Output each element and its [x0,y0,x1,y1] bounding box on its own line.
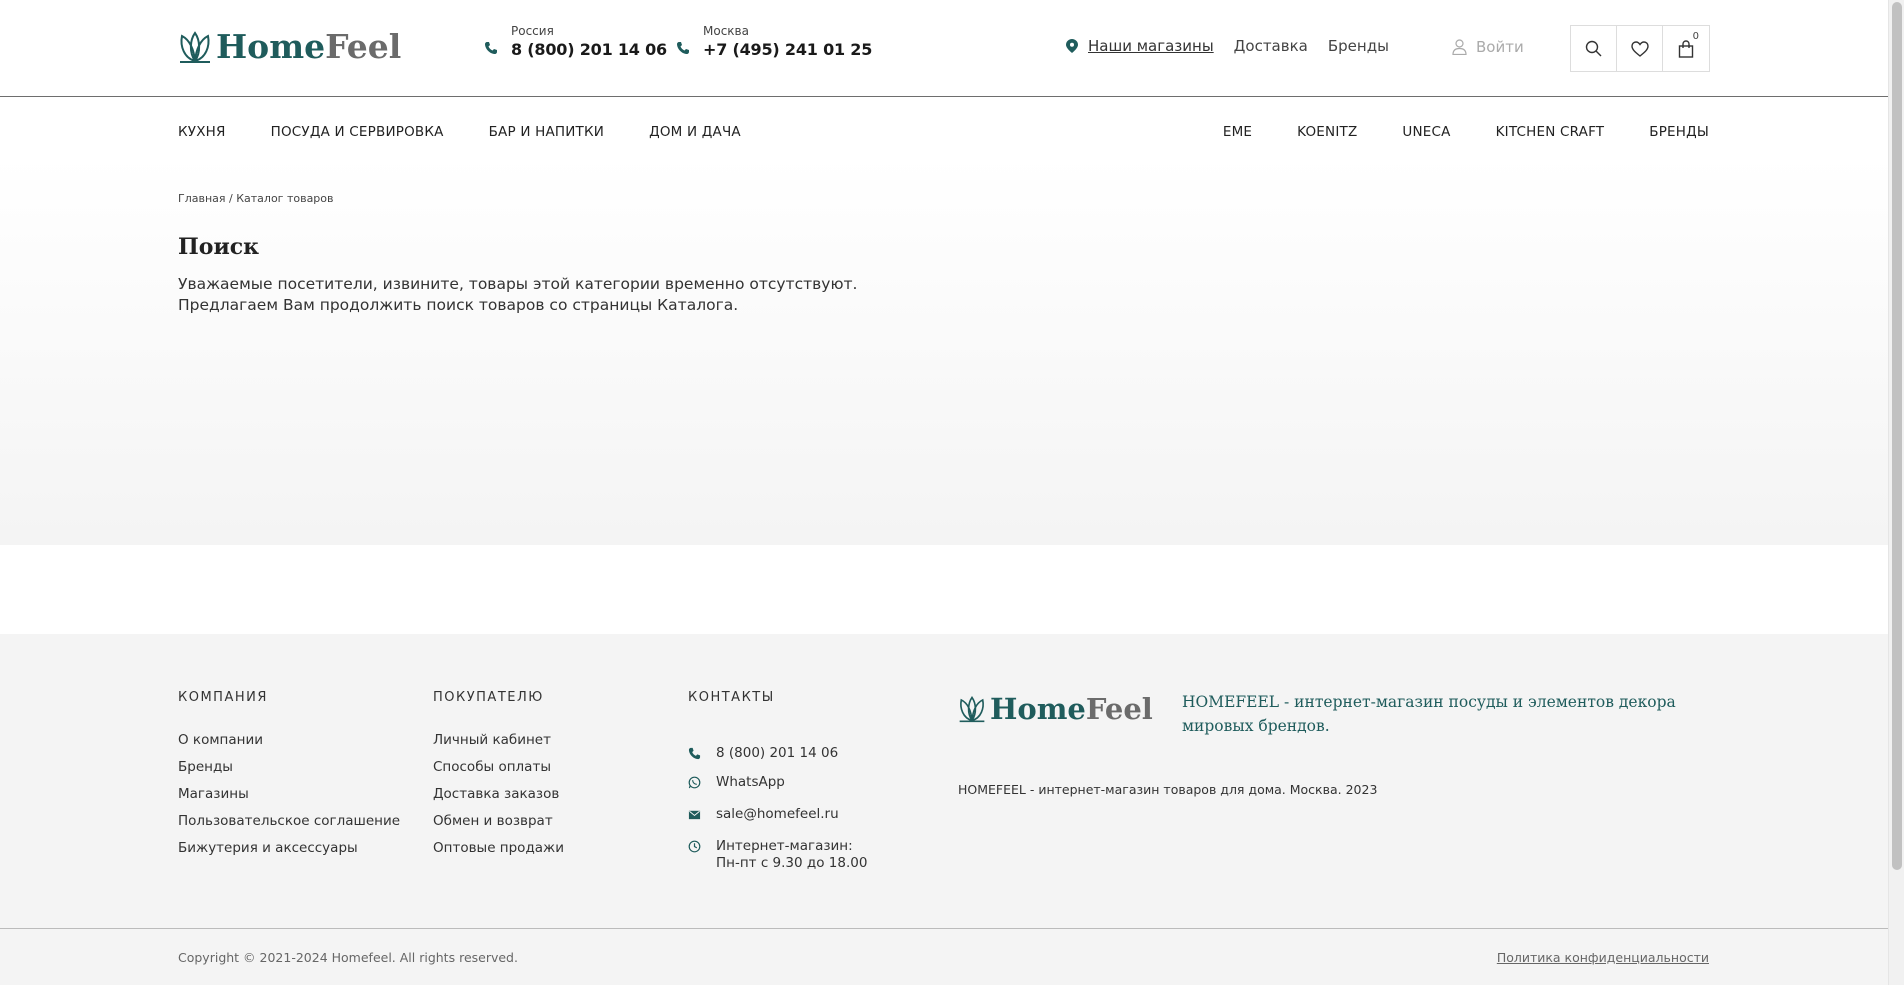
page: HomeFeel Россия 8 (800) 201 14 06 Москва… [0,0,1888,985]
shopping-bag-icon [1678,39,1694,58]
footer-link-terms[interactable]: Пользовательское соглашение [178,808,400,835]
phone-icon [485,42,497,54]
mail-icon [688,810,701,820]
whatsapp-icon [688,776,701,789]
category-nav: КУХНЯ ПОСУДА И СЕРВИРОВКА БАР И НАПИТКИ … [178,124,786,140]
login-label: Войти [1476,38,1524,56]
phone-number: +7 (495) 241 01 25 [703,40,873,59]
nav-item-eme[interactable]: EME [1223,124,1252,140]
phone-number: 8 (800) 201 14 06 [511,40,667,59]
login-link[interactable]: Войти [1452,38,1524,56]
nav-item-uneca[interactable]: UNECA [1402,124,1450,140]
cart-count: 0 [1692,31,1699,42]
nav-item-kitchen[interactable]: КУХНЯ [178,124,226,140]
clock-icon [688,840,701,853]
breadcrumb[interactable]: Главная / Каталог товаров [178,192,334,205]
phone-moscow[interactable]: Москва +7 (495) 241 01 25 [676,24,872,59]
copyright: Copyright © 2021-2024 Homefeel. All righ… [178,950,518,965]
logo[interactable]: HomeFeel [178,27,401,66]
search-button[interactable] [1571,26,1617,71]
footer-company: КОМПАНИЯ О компании Бренды Магазины Поль… [178,690,400,862]
message-line: Предлагаем Вам продолжить поиск товаров … [178,296,739,314]
nav-item-home-garden[interactable]: ДОМ И ДАЧА [649,124,741,140]
footer-link-returns[interactable]: Обмен и возврат [433,808,564,835]
wishlist-button[interactable] [1617,26,1663,71]
map-pin-icon [1066,39,1078,53]
logo-wordmark: HomeFeel [990,692,1153,726]
empty-results-message: Уважаемые посетители, извините, товары э… [178,274,857,316]
phone-icon [677,42,689,54]
footer-email[interactable]: sale@homefeel.ru [688,806,867,823]
leaf-logo-icon [180,30,210,63]
scrollbar[interactable] [1888,0,1904,985]
message-line: Уважаемые посетители, извините, товары э… [178,275,858,293]
nav-item-kitchen-craft[interactable]: KITCHEN CRAFT [1496,124,1605,140]
site-header: HomeFeel Россия 8 (800) 201 14 06 Москва… [0,0,1888,97]
cart-button[interactable]: 0 [1663,26,1709,71]
footer-link-stores[interactable]: Магазины [178,781,400,808]
top-links: Наши магазины Доставка Бренды [1066,37,1409,55]
main-nav: КУХНЯ ПОСУДА И СЕРВИРОВКА БАР И НАПИТКИ … [178,124,1709,142]
footer-hours: Интернет-магазин: Пн-пт с 9.30 до 18.00 [688,838,867,872]
footer-link-delivery[interactable]: Доставка заказов [433,781,564,808]
brand-nav: EME KOENITZ UNECA KITCHEN CRAFT БРЕНДЫ [1178,124,1709,140]
footer-heading: КОНТАКТЫ [688,690,775,705]
nav-item-bar[interactable]: БАР И НАПИТКИ [489,124,605,140]
phone-russia[interactable]: Россия 8 (800) 201 14 06 [484,24,667,59]
footer-whatsapp[interactable]: WhatsApp [688,774,867,791]
footer-contacts: КОНТАКТЫ 8 (800) 201 14 06 WhatsApp sale… [688,690,867,884]
search-icon [1585,40,1602,57]
footer-tagline: HOMEFEEL - интернет-магазин товаров для … [958,782,1378,797]
nav-item-koenitz[interactable]: KOENITZ [1297,124,1357,140]
footer-heading: КОМПАНИЯ [178,690,268,705]
brands-link[interactable]: Бренды [1328,37,1389,55]
privacy-policy-link[interactable]: Политика конфиденциальности [1497,950,1709,965]
footer-link-about[interactable]: О компании [178,727,400,754]
footer-link-account[interactable]: Личный кабинет [433,727,564,754]
nav-item-brands[interactable]: БРЕНДЫ [1649,124,1709,140]
page-title: Поиск [178,234,260,260]
footer-phone[interactable]: 8 (800) 201 14 06 [688,745,867,762]
scrollbar-thumb[interactable] [1892,2,1902,870]
footer-heading: ПОКУПАТЕЛЮ [433,690,544,705]
footer-link-payment[interactable]: Способы оплаты [433,754,564,781]
footer-divider [0,928,1888,929]
stores-link[interactable]: Наши магазины [1088,37,1214,55]
footer-link-wholesale[interactable]: Оптовые продажи [433,835,564,862]
footer-link-brands[interactable]: Бренды [178,754,400,781]
logo-wordmark: HomeFeel [216,27,402,66]
nav-item-tableware[interactable]: ПОСУДА И СЕРВИРОВКА [271,124,444,140]
footer-logo[interactable]: HomeFeel [958,692,1153,726]
user-icon [1452,39,1467,55]
footer-buyer: ПОКУПАТЕЛЮ Личный кабинет Способы оплаты… [433,690,564,862]
footer-description: HOMEFEEL - интернет-магазин посуды и эле… [1182,693,1676,735]
heart-icon [1630,40,1649,57]
site-footer: КОМПАНИЯ О компании Бренды Магазины Поль… [0,634,1888,985]
header-actions: 0 [1570,25,1710,72]
phone-region: Россия [511,24,554,38]
footer-link-jewelry[interactable]: Бижутерия и аксессуары [178,835,400,862]
leaf-logo-icon [959,696,985,723]
content-background [0,155,1888,545]
phone-icon [688,747,701,760]
delivery-link[interactable]: Доставка [1234,37,1308,55]
phone-region: Москва [703,24,749,38]
